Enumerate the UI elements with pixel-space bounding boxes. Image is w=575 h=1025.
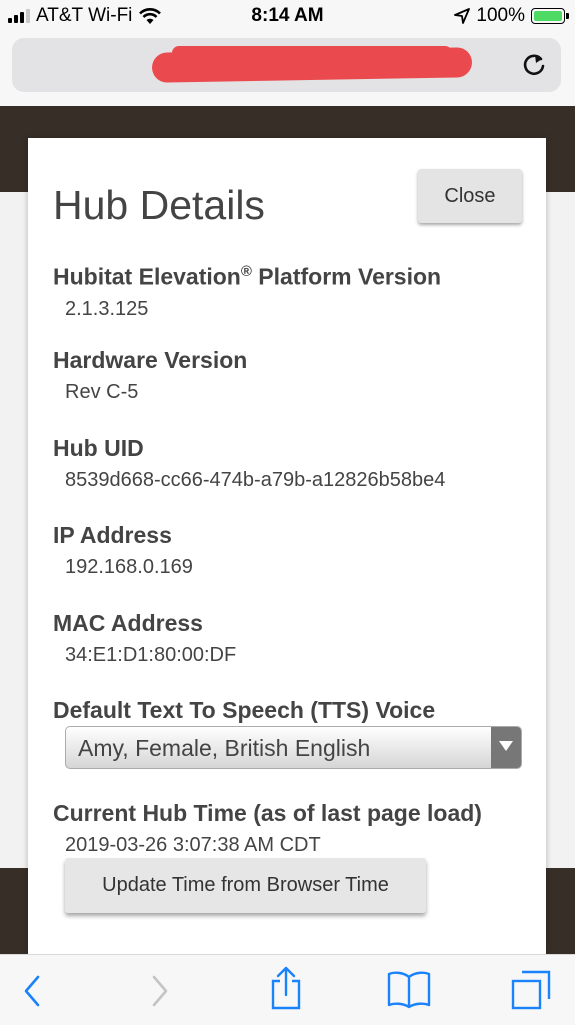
field-label: Hubitat Elevation® Platform Version xyxy=(53,263,442,290)
field-value: 8539d668-cc66-474b-a79b-a12826b58be4 xyxy=(65,469,446,491)
share-icon[interactable] xyxy=(268,965,304,1011)
ip-address-field: IP Address 192.168.0.169 xyxy=(53,521,193,579)
status-right: 100% xyxy=(454,5,569,27)
battery-percent: 100% xyxy=(476,5,525,26)
hub-details-modal: Hub Details Close Hubitat Elevation® Pla… xyxy=(28,138,546,954)
chevron-down-icon[interactable] xyxy=(491,727,521,768)
update-time-button[interactable]: Update Time from Browser Time xyxy=(65,858,426,913)
mac-address-field: MAC Address 34:E1:D1:80:00:DF xyxy=(53,609,236,667)
field-label: Hardware Version xyxy=(53,347,248,373)
close-button[interactable]: Close xyxy=(418,169,522,223)
field-value: 192.168.0.169 xyxy=(65,556,193,578)
hub-time-field: Current Hub Time (as of last page load) … xyxy=(53,799,482,857)
tts-voice-field: Default Text To Speech (TTS) Voice xyxy=(53,696,435,724)
tts-voice-selected: Amy, Female, British English xyxy=(78,735,371,761)
field-value: 34:E1:D1:80:00:DF xyxy=(65,644,237,666)
location-icon xyxy=(454,8,471,24)
field-label: IP Address xyxy=(53,522,172,548)
hub-uid-field: Hub UID 8539d668-cc66-474b-a79b-a12826b5… xyxy=(53,434,445,492)
hardware-version-field: Hardware Version Rev C-5 xyxy=(53,346,247,404)
battery-icon xyxy=(531,8,569,24)
tabs-icon[interactable] xyxy=(510,969,552,1011)
reload-icon[interactable] xyxy=(521,52,547,78)
forward-icon[interactable] xyxy=(148,971,172,1011)
status-bar: AT&T Wi-Fi 8:14 AM 100% xyxy=(0,0,575,32)
field-label: Hub UID xyxy=(53,435,144,461)
address-bar[interactable] xyxy=(12,38,561,92)
browser-address-area xyxy=(0,32,575,106)
tts-voice-label: Default Text To Speech (TTS) Voice xyxy=(53,697,436,723)
redaction-mark xyxy=(151,47,473,83)
browser-toolbar xyxy=(0,954,575,1025)
platform-version-field: Hubitat Elevation® Platform Version 2.1.… xyxy=(53,258,441,321)
field-label: MAC Address xyxy=(53,610,203,636)
hub-time-label: Current Hub Time (as of last page load) xyxy=(53,800,482,826)
tts-voice-select[interactable]: Amy, Female, British English xyxy=(65,726,522,769)
bookmarks-icon[interactable] xyxy=(386,969,432,1009)
field-value: Rev C-5 xyxy=(65,381,139,403)
hub-time-value: 2019-03-26 3:07:38 AM CDT xyxy=(65,834,321,856)
field-value: 2.1.3.125 xyxy=(65,297,149,320)
back-icon[interactable] xyxy=(20,971,44,1011)
modal-title: Hub Details xyxy=(53,182,265,228)
